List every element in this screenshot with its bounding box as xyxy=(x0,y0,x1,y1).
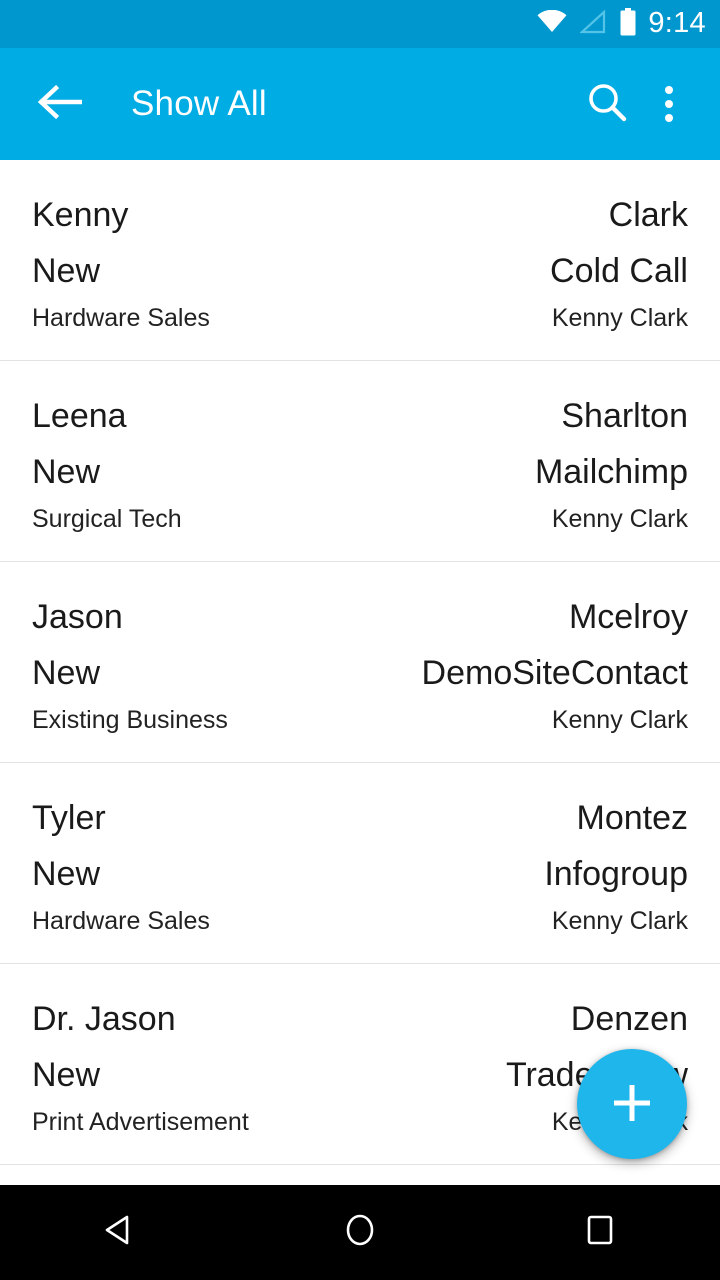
app-bar: Show All xyxy=(0,48,720,160)
row-detail-line: Surgical Tech Kenny Clark xyxy=(32,499,688,535)
nav-home-icon xyxy=(340,1210,380,1255)
last-name: Mcelroy xyxy=(568,598,688,636)
row-name-line: Dr. Jason Denzen xyxy=(32,990,688,1049)
search-icon xyxy=(586,81,628,128)
lead-status: New xyxy=(32,654,101,692)
lead-status: New xyxy=(32,1056,101,1094)
row-detail-line: Hardware Sales Kenny Clark xyxy=(32,901,688,937)
battery-icon xyxy=(619,7,637,41)
first-name: Tyler xyxy=(32,799,106,837)
table-row[interactable]: Jason Mcelroy New DemoSiteContact Existi… xyxy=(0,562,720,763)
last-name: Sharlton xyxy=(561,397,688,435)
table-row[interactable]: Leena Sharlton New Mailchimp Surgical Te… xyxy=(0,361,720,562)
row-detail-line: Existing Business Kenny Clark xyxy=(32,700,688,736)
lead-source: DemoSiteContact xyxy=(421,654,688,692)
first-name: Kenny xyxy=(32,196,129,234)
plus-icon xyxy=(608,1079,656,1130)
nav-recents-icon xyxy=(580,1210,620,1255)
lead-industry: Existing Business xyxy=(32,706,228,734)
lead-status: New xyxy=(32,252,101,290)
first-name: Leena xyxy=(32,397,127,435)
lead-owner: Kenny Clark xyxy=(551,706,688,734)
row-status-line: New Mailchimp xyxy=(32,446,688,499)
first-name: Dr. Jason xyxy=(32,1000,176,1038)
row-status-line: New DemoSiteContact xyxy=(32,647,688,700)
row-name-line: Jason Mcelroy xyxy=(32,588,688,647)
lead-owner: Kenny Clark xyxy=(551,907,688,935)
table-row[interactable]: Tyler Montez New Infogroup Hardware Sale… xyxy=(0,763,720,964)
row-status-line: New Cold Call xyxy=(32,245,688,298)
lead-industry: Hardware Sales xyxy=(32,304,210,332)
lead-status: New xyxy=(32,453,101,491)
last-name: Montez xyxy=(576,799,689,837)
lead-owner: Kenny Clark xyxy=(551,304,688,332)
lead-list: Kenny Clark New Cold Call Hardware Sales… xyxy=(0,160,720,1165)
lead-source: Cold Call xyxy=(550,252,688,290)
lead-owner: Kenny Clark xyxy=(551,505,688,533)
status-bar-icons xyxy=(537,7,637,41)
last-name: Clark xyxy=(608,196,688,234)
first-name: Jason xyxy=(32,598,123,636)
overflow-menu-icon xyxy=(665,86,673,122)
status-bar-clock: 9:14 xyxy=(648,6,706,39)
cellular-signal-icon xyxy=(579,9,606,39)
lead-source: Infogroup xyxy=(544,855,688,893)
android-nav-bar xyxy=(0,1185,720,1280)
row-name-line: Tyler Montez xyxy=(32,789,688,848)
row-detail-line: Hardware Sales Kenny Clark xyxy=(32,298,688,334)
table-row[interactable]: Kenny Clark New Cold Call Hardware Sales… xyxy=(0,160,720,361)
nav-back-button[interactable] xyxy=(60,1185,180,1280)
row-name-line: Kenny Clark xyxy=(32,186,688,245)
lead-source: Mailchimp xyxy=(534,453,688,491)
row-status-line: New Infogroup xyxy=(32,848,688,901)
row-name-line: Leena Sharlton xyxy=(32,387,688,446)
lead-industry: Hardware Sales xyxy=(32,907,210,935)
lead-industry: Surgical Tech xyxy=(32,505,182,533)
add-lead-fab[interactable] xyxy=(577,1049,687,1159)
page-title: Show All xyxy=(131,84,267,123)
lead-status: New xyxy=(32,855,101,893)
lead-industry: Print Advertisement xyxy=(32,1108,249,1136)
nav-recents-button[interactable] xyxy=(540,1185,660,1280)
status-bar: 9:14 xyxy=(0,0,720,48)
back-button[interactable] xyxy=(30,75,88,133)
wifi-icon xyxy=(537,9,567,39)
arrow-back-icon xyxy=(36,82,83,127)
nav-back-icon xyxy=(100,1210,140,1255)
last-name: Denzen xyxy=(570,1000,688,1038)
overflow-menu-button[interactable] xyxy=(638,73,700,135)
search-button[interactable] xyxy=(576,73,638,135)
nav-home-button[interactable] xyxy=(300,1185,420,1280)
